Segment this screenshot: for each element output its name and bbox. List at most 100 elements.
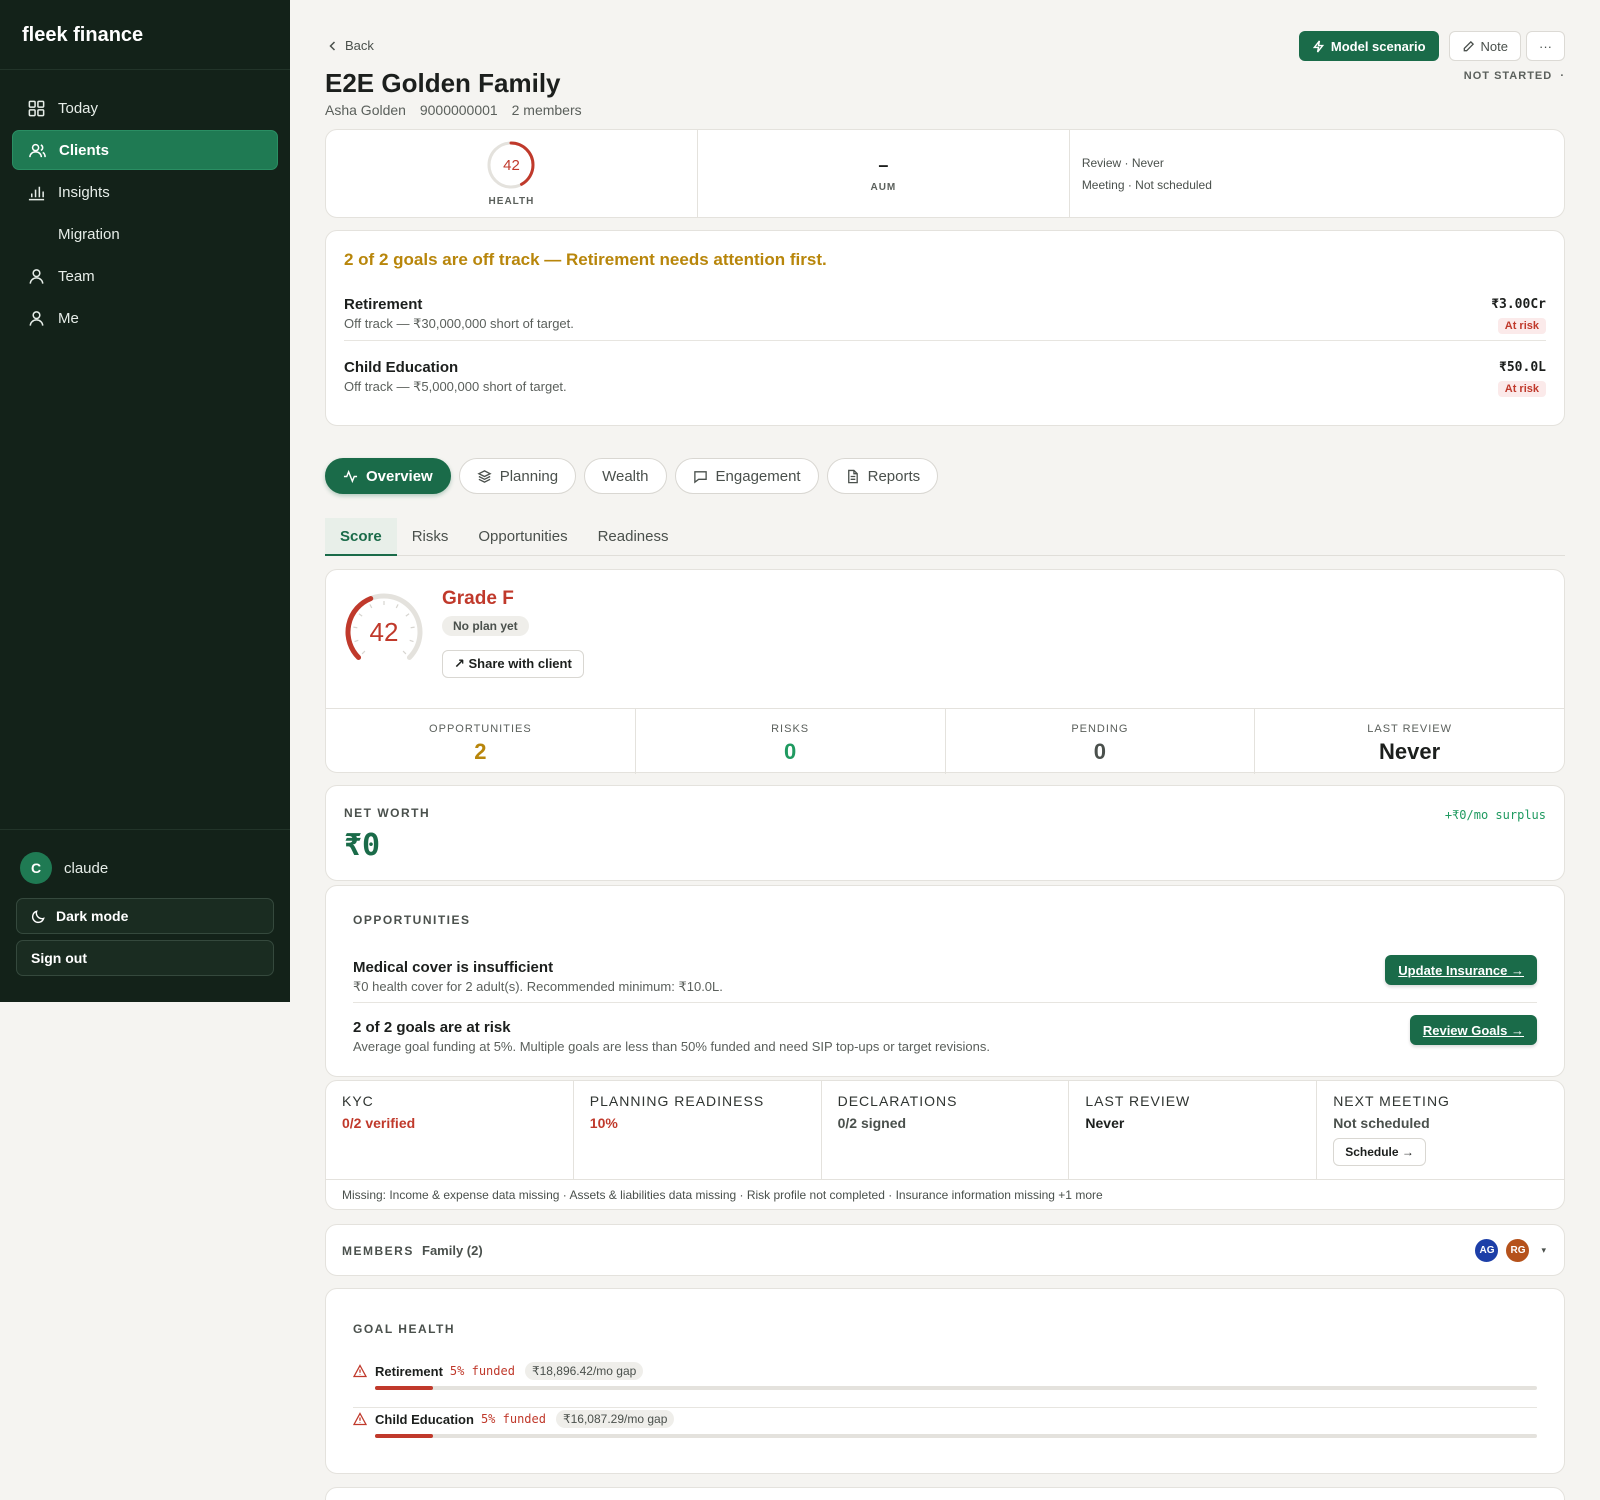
status-dot: · <box>1560 70 1565 82</box>
user-name: claude <box>64 859 109 877</box>
goals-alert-card: 2 of 2 goals are off track — Retirement … <box>325 230 1565 426</box>
brand-logo[interactable]: fleek finance <box>0 0 290 70</box>
plan-status-badge: No plan yet <box>442 616 529 636</box>
subtab-risks[interactable]: Risks <box>397 518 464 556</box>
dark-mode-button[interactable]: Dark mode <box>16 898 274 934</box>
stat-risks[interactable]: RISKS 0 <box>636 709 946 774</box>
tab-planning[interactable]: Planning <box>458 458 577 494</box>
kpi-strip: 42 HEALTH – AUM Review · Never Meeting ·… <box>325 129 1565 218</box>
status-label: PLANNING READINESS <box>589 1093 765 1109</box>
main-tabs: Overview Planning Wealth Engagement Repo… <box>325 458 946 494</box>
update-insurance-button[interactable]: Update Insurance → <box>1385 955 1537 985</box>
sidebar-item-today[interactable]: Today <box>12 88 278 128</box>
dark-mode-label: Dark mode <box>56 908 129 924</box>
stat-value: Never <box>1379 739 1441 764</box>
net-worth-card: NET WORTH ₹0 +₹0/mo surplus <box>325 785 1565 881</box>
score-stats: OPPORTUNITIES 2 RISKS 0 PENDING 0 LAST R… <box>326 708 1564 774</box>
members-card[interactable]: MEMBERS Family (2) AG RG ▾ <box>325 1224 1565 1276</box>
avatar[interactable]: RG <box>1504 1237 1532 1264</box>
status-value: 0/2 verified <box>342 1115 416 1131</box>
sidebar-item-insights[interactable]: Insights <box>12 172 278 212</box>
layers-icon <box>477 469 492 483</box>
status-badge: NOT STARTED · <box>1464 70 1565 82</box>
schedule-button[interactable]: Schedule → <box>1333 1138 1426 1166</box>
more-options-button[interactable]: ··· <box>1526 31 1565 61</box>
net-worth-value: ₹0 <box>344 828 381 863</box>
activity-icon <box>343 469 358 483</box>
tab-overview[interactable]: Overview <box>325 458 451 494</box>
goal-target: ₹50.0L <box>1499 360 1546 375</box>
sign-out-button[interactable]: Sign out <box>16 940 274 976</box>
tab-engagement[interactable]: Engagement <box>674 458 819 494</box>
model-scenario-button[interactable]: Model scenario <box>1298 31 1439 61</box>
goal-name: Retirement <box>344 296 423 313</box>
subtab-opportunities[interactable]: Opportunities <box>463 518 582 556</box>
opportunity-title: Medical cover is insufficient <box>353 959 554 976</box>
meeting-status: Meeting · Not scheduled <box>1081 177 1212 192</box>
stat-last-review[interactable]: LAST REVIEW Never <box>1255 709 1564 774</box>
client-member-count: 2 members <box>511 102 582 118</box>
client-primary-name: Asha Golden <box>325 102 406 118</box>
avatar[interactable]: AG <box>1473 1237 1501 1264</box>
sidebar-item-label: Team <box>58 267 95 285</box>
list-item: Medical cover is insufficient ₹0 health … <box>353 943 1537 1003</box>
member-avatars: AG RG ▾ <box>1469 1237 1546 1264</box>
goal-progress-bar <box>375 1434 1537 1438</box>
back-link[interactable]: Back <box>327 38 374 53</box>
list-item[interactable]: Child Education 5% funded ₹16,087.29/mo … <box>353 1408 1537 1456</box>
review-goals-button[interactable]: Review Goals → <box>1409 1015 1537 1045</box>
status-label: KYC <box>342 1093 374 1109</box>
stat-opportunities[interactable]: OPPORTUNITIES 2 <box>326 709 636 774</box>
last-review-status: LAST REVIEW Never <box>1069 1081 1318 1179</box>
stat-pending[interactable]: PENDING 0 <box>946 709 1256 774</box>
share-with-client-button[interactable]: ↗ Share with client <box>442 650 584 678</box>
model-scenario-label: Model scenario <box>1330 38 1426 54</box>
goal-funded: 5% funded <box>480 1412 546 1426</box>
tab-wealth[interactable]: Wealth <box>584 458 667 494</box>
health-value: 42 <box>503 156 520 174</box>
review-meeting-kpi: Review · Never Meeting · Not scheduled <box>1070 130 1564 217</box>
stat-value: 2 <box>474 739 487 764</box>
planning-readiness-status: PLANNING READINESS 10% <box>574 1081 822 1179</box>
tab-label: Engagement <box>715 467 801 485</box>
goal-name: Child Education <box>375 1411 474 1427</box>
health-kpi: 42 HEALTH <box>326 130 698 217</box>
status-value: 10% <box>589 1115 618 1131</box>
health-label: HEALTH <box>488 196 535 207</box>
subtab-score[interactable]: Score <box>325 518 397 556</box>
sidebar-item-clients[interactable]: Clients <box>12 130 278 170</box>
list-item[interactable]: Child Education Off track — ₹5,000,000 s… <box>344 341 1546 404</box>
sidebar-item-migration[interactable]: Migration <box>12 214 278 254</box>
bar-chart-icon <box>26 182 46 202</box>
header-actions: Model scenario Note ··· <box>1298 31 1565 61</box>
note-button[interactable]: Note <box>1448 31 1521 61</box>
tab-reports[interactable]: Reports <box>826 458 939 494</box>
sidebar-item-team[interactable]: Team <box>12 256 278 296</box>
sidebar-footer: C claude Dark mode Sign out <box>0 829 290 1002</box>
chevron-down-icon[interactable]: ▾ <box>1541 1245 1546 1256</box>
review-status: Review · Never <box>1081 155 1164 170</box>
tab-label: Wealth <box>602 467 649 485</box>
goal-health-card: GOAL HEALTH Retirement 5% funded ₹18,896… <box>325 1288 1565 1474</box>
sidebar-item-me[interactable]: Me <box>12 298 278 338</box>
goal-funded: 5% funded <box>449 1364 515 1378</box>
user-icon <box>26 266 46 286</box>
subtab-readiness[interactable]: Readiness <box>583 518 684 556</box>
user-profile[interactable]: C claude <box>20 852 270 884</box>
next-section-card <box>325 1487 1565 1500</box>
tab-label: Overview <box>366 467 433 485</box>
kyc-status: KYC 0/2 verified <box>326 1081 574 1179</box>
opportunity-description: ₹0 health cover for 2 adult(s). Recommen… <box>353 979 723 994</box>
sidebar-nav: Today Clients Insights Migration Team Me <box>0 70 290 338</box>
opportunity-description: Average goal funding at 5%. Multiple goa… <box>353 1039 990 1054</box>
status-text: NOT STARTED <box>1463 70 1553 82</box>
list-item[interactable]: Retirement Off track — ₹30,000,000 short… <box>344 278 1546 341</box>
users-icon <box>27 140 47 160</box>
stat-label: LAST REVIEW <box>1367 723 1452 735</box>
document-icon <box>847 469 858 483</box>
sidebar-item-label: Migration <box>58 225 120 243</box>
status-badge: At risk <box>1497 318 1546 334</box>
main-content: Back Model scenario Note ··· NOT STARTED… <box>325 0 1565 1500</box>
list-item[interactable]: Retirement 5% funded ₹18,896.42/mo gap <box>353 1360 1537 1408</box>
score-gauge: 42 <box>342 590 426 674</box>
